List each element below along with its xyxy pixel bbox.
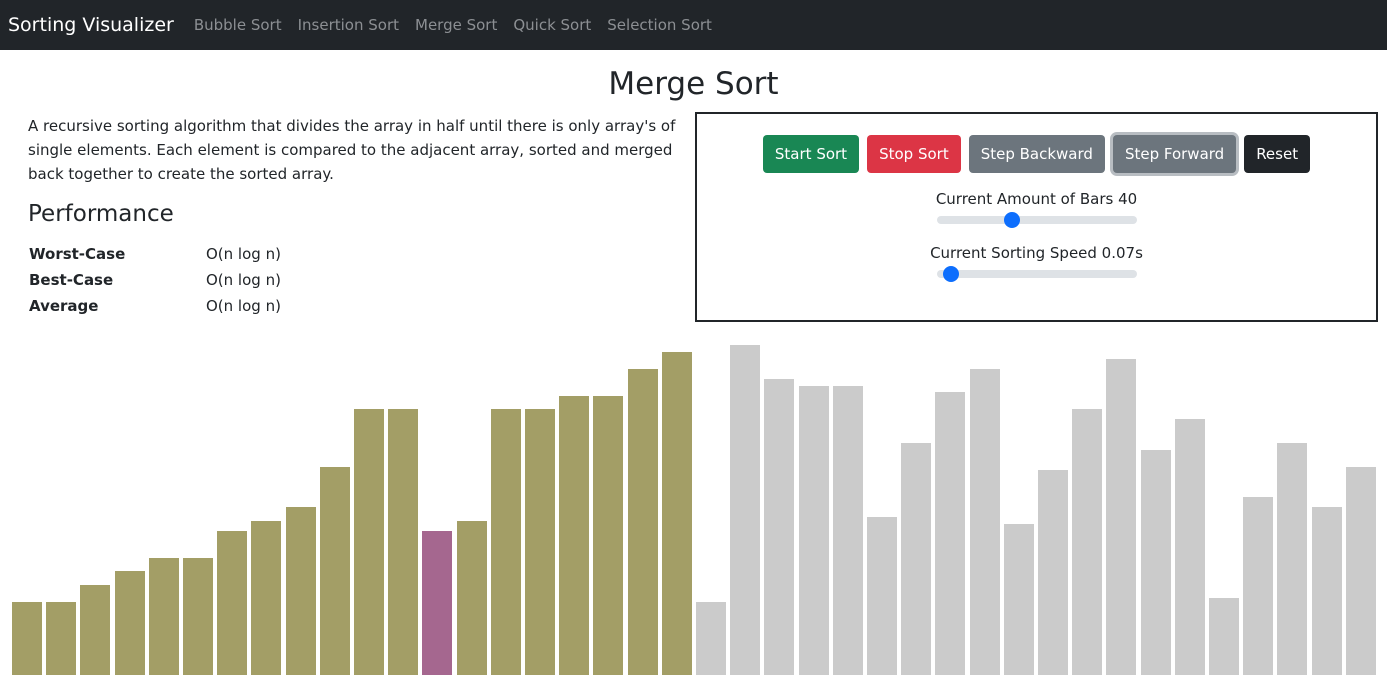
navbar-brand[interactable]: Sorting Visualizer bbox=[8, 14, 174, 36]
array-bar bbox=[935, 392, 966, 675]
array-bar bbox=[1277, 443, 1308, 675]
bars-amount-slider[interactable] bbox=[936, 212, 1137, 228]
start-sort-button[interactable]: Start Sort bbox=[762, 135, 860, 173]
array-bar bbox=[251, 521, 282, 675]
array-bar bbox=[388, 409, 419, 675]
sorting-speed-slider-thumb[interactable] bbox=[942, 266, 959, 282]
array-bar bbox=[798, 386, 829, 675]
sorting-speed-control: Current Sorting Speed 0.07s bbox=[697, 244, 1376, 282]
array-bar bbox=[525, 409, 555, 675]
step-forward-button[interactable]: Step Forward bbox=[1112, 135, 1237, 173]
array-bars bbox=[0, 330, 1387, 675]
array-bar bbox=[593, 396, 624, 675]
controls-panel: Start Sort Stop Sort Step Backward Step … bbox=[695, 112, 1378, 322]
performance-table: Worst-Case O(n log n) Best-Case O(n log … bbox=[29, 241, 281, 319]
array-bar bbox=[832, 386, 863, 675]
nav-link-quick-sort[interactable]: Quick Sort bbox=[513, 16, 591, 34]
algorithm-description: A recursive sorting algorithm that divid… bbox=[28, 117, 676, 183]
array-bar bbox=[901, 443, 932, 675]
array-bar bbox=[627, 369, 658, 675]
navbar: Sorting Visualizer Bubble Sort Insertion… bbox=[0, 0, 1387, 50]
stop-sort-button[interactable]: Stop Sort bbox=[867, 135, 961, 173]
bars-amount-label: Current Amount of Bars 40 bbox=[935, 190, 1138, 208]
performance-value: O(n log n) bbox=[206, 297, 281, 315]
performance-value: O(n log n) bbox=[206, 271, 281, 289]
array-bar bbox=[1106, 359, 1137, 675]
array-bar bbox=[80, 585, 111, 675]
performance-label: Worst-Case bbox=[29, 245, 126, 263]
array-bar bbox=[1174, 419, 1205, 675]
sorting-speed-slider[interactable] bbox=[936, 266, 1137, 282]
bars-amount-slider-thumb[interactable] bbox=[1003, 212, 1020, 228]
array-bar bbox=[217, 531, 248, 675]
nav-link-merge-sort[interactable]: Merge Sort bbox=[415, 16, 497, 34]
array-bar bbox=[490, 409, 521, 675]
array-bar bbox=[1311, 507, 1342, 675]
bars-amount-control: Current Amount of Bars 40 bbox=[697, 190, 1376, 228]
array-bar bbox=[422, 531, 453, 675]
page-title: Merge Sort bbox=[608, 66, 779, 102]
array-bar bbox=[559, 396, 590, 675]
array-bar bbox=[12, 602, 42, 675]
performance-row-best-case: Best-Case O(n log n) bbox=[29, 267, 281, 293]
array-bar bbox=[969, 369, 1000, 675]
performance-heading: Performance bbox=[28, 201, 174, 227]
array-bar bbox=[354, 409, 384, 675]
performance-row-worst-case: Worst-Case O(n log n) bbox=[29, 241, 281, 267]
array-bar bbox=[46, 602, 77, 675]
array-bar bbox=[183, 558, 213, 675]
array-bar bbox=[1072, 409, 1103, 675]
performance-label: Best-Case bbox=[29, 271, 114, 289]
array-bar bbox=[148, 558, 179, 675]
array-bar bbox=[661, 352, 692, 675]
array-bar bbox=[1209, 598, 1239, 675]
step-backward-button[interactable]: Step Backward bbox=[968, 135, 1105, 173]
array-bar bbox=[1038, 470, 1068, 675]
array-bar bbox=[456, 521, 487, 675]
array-bar bbox=[1003, 524, 1034, 675]
reset-button[interactable]: Reset bbox=[1244, 135, 1311, 173]
performance-label: Average bbox=[29, 297, 99, 315]
array-bar bbox=[114, 571, 145, 675]
array-bar bbox=[764, 379, 795, 675]
array-bar bbox=[1243, 497, 1274, 675]
array-bar bbox=[867, 517, 897, 675]
control-buttons: Start Sort Stop Sort Step Backward Step … bbox=[697, 135, 1376, 173]
performance-row-average: Average O(n log n) bbox=[29, 293, 281, 319]
nav-link-insertion-sort[interactable]: Insertion Sort bbox=[298, 16, 399, 34]
array-bar bbox=[696, 602, 726, 675]
array-bar bbox=[1140, 450, 1171, 675]
array-bar bbox=[1345, 467, 1376, 675]
nav-link-bubble-sort[interactable]: Bubble Sort bbox=[194, 16, 282, 34]
array-bar bbox=[319, 467, 350, 675]
array-bar bbox=[285, 507, 316, 675]
nav-link-selection-sort[interactable]: Selection Sort bbox=[607, 16, 712, 34]
array-bar bbox=[730, 345, 761, 675]
performance-value: O(n log n) bbox=[206, 245, 281, 263]
sorting-speed-label: Current Sorting Speed 0.07s bbox=[930, 244, 1143, 262]
